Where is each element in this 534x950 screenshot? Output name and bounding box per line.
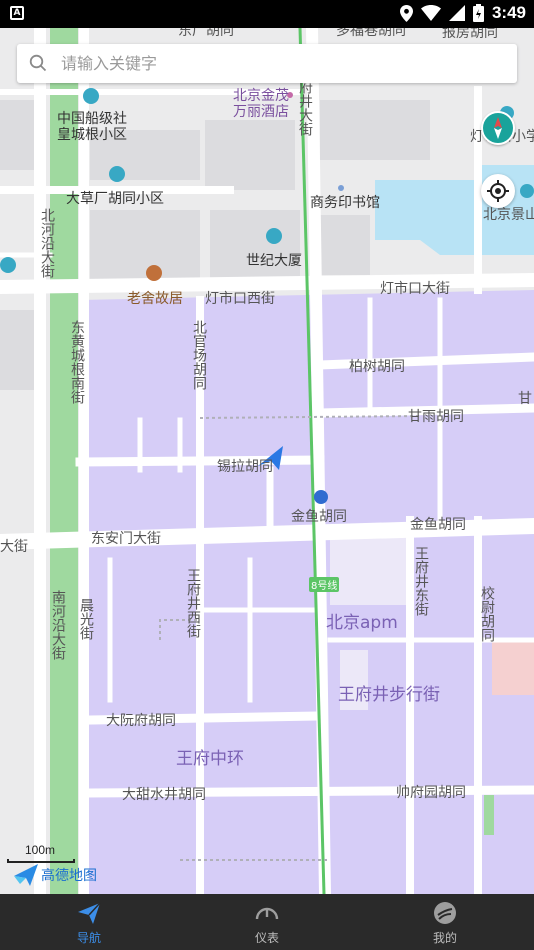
map-label: 北官场胡同 bbox=[191, 320, 207, 390]
speedometer-icon bbox=[255, 907, 279, 920]
tab-profile[interactable]: 我的 bbox=[356, 894, 534, 950]
locate-button[interactable] bbox=[481, 174, 515, 208]
map-label: 世纪大厦 bbox=[246, 253, 302, 269]
map-label: 锡拉胡同 bbox=[217, 459, 273, 475]
navigation-icon bbox=[78, 902, 101, 924]
map-label: 大阮府胡同 bbox=[106, 713, 176, 729]
map-label: 王府中环 bbox=[176, 749, 244, 769]
search-input[interactable] bbox=[61, 44, 501, 83]
map-label: 王府井西街 bbox=[185, 568, 201, 638]
tab-dashboard[interactable]: 仪表 bbox=[178, 894, 356, 950]
map-label: 东厂胡同 bbox=[178, 28, 234, 39]
map-label: 金鱼胡同 bbox=[410, 517, 466, 533]
map-label: 万丽酒店 bbox=[233, 104, 289, 120]
map-label: 王府井步行街 bbox=[338, 685, 440, 705]
map-label: 皇城根小区 bbox=[57, 127, 127, 143]
map-label: 王府井东街 bbox=[413, 546, 429, 616]
map-label: 帅府园胡同 bbox=[396, 785, 466, 801]
signal-icon bbox=[448, 5, 465, 21]
map-label: 大甜水井胡同 bbox=[122, 787, 206, 803]
map-label: 大街 bbox=[0, 539, 28, 555]
map-label: 金鱼胡同 bbox=[291, 509, 347, 525]
map-label: 报房胡同 bbox=[442, 28, 498, 41]
map-label: 甘雨胡同 bbox=[408, 409, 464, 425]
scale-label: 100m bbox=[25, 843, 56, 857]
amap-logo-icon bbox=[14, 864, 38, 886]
map-label: 东黄城根南街 bbox=[69, 320, 85, 404]
map-label: 多福巷胡同 bbox=[336, 28, 406, 39]
map-label: 商务印书馆 bbox=[310, 195, 380, 211]
map-label: 校尉胡同 bbox=[479, 586, 495, 642]
tab-label: 导航 bbox=[76, 931, 101, 945]
profile-icon bbox=[434, 902, 456, 924]
map-label: 灯市口西街 bbox=[205, 291, 275, 307]
tab-label: 我的 bbox=[432, 931, 457, 945]
tab-navigation[interactable]: 导航 bbox=[0, 894, 178, 950]
map-label: 府井大街 bbox=[297, 80, 313, 136]
tab-label: 仪表 bbox=[254, 931, 279, 945]
compass-button[interactable] bbox=[481, 111, 515, 145]
notification-icon: A bbox=[10, 6, 24, 20]
wifi-icon bbox=[420, 5, 441, 21]
map-label: 柏树胡同 bbox=[349, 359, 405, 375]
map-label: 老舍故居 bbox=[127, 291, 183, 307]
map-label: 东安门大街 bbox=[91, 531, 161, 547]
map-view[interactable]: 东厂胡同 多福巷胡同 报房胡同 中国船级社 皇城根小区 北京金茂 万丽酒店 府井… bbox=[0, 28, 534, 894]
search-bar[interactable] bbox=[17, 44, 517, 83]
map-label: 北河沿大街 bbox=[39, 208, 55, 278]
map-scale: 100m bbox=[7, 843, 75, 863]
crosshair-icon bbox=[487, 180, 509, 202]
status-bar: A 3:49 bbox=[0, 0, 534, 28]
compass-icon bbox=[494, 117, 502, 139]
map-label: 灯市口大街 bbox=[380, 281, 450, 297]
clock: 3:49 bbox=[491, 3, 526, 22]
map-label: 晨光街 bbox=[78, 598, 94, 640]
map-label: 大草厂胡同小区 bbox=[66, 191, 164, 207]
battery-icon bbox=[472, 4, 484, 22]
metro-line-badge: 8号线 bbox=[309, 577, 340, 592]
amap-logo: 高德地图 bbox=[14, 863, 97, 887]
bottom-navigation: 导航 仪表 我的 bbox=[0, 894, 534, 950]
search-icon bbox=[29, 54, 47, 72]
map-label: 甘 bbox=[518, 391, 532, 407]
map-label: 南河沿大街 bbox=[50, 590, 66, 660]
map-label: 北京apm bbox=[326, 613, 398, 633]
location-icon bbox=[399, 4, 413, 22]
amap-logo-text: 高德地图 bbox=[41, 868, 97, 884]
